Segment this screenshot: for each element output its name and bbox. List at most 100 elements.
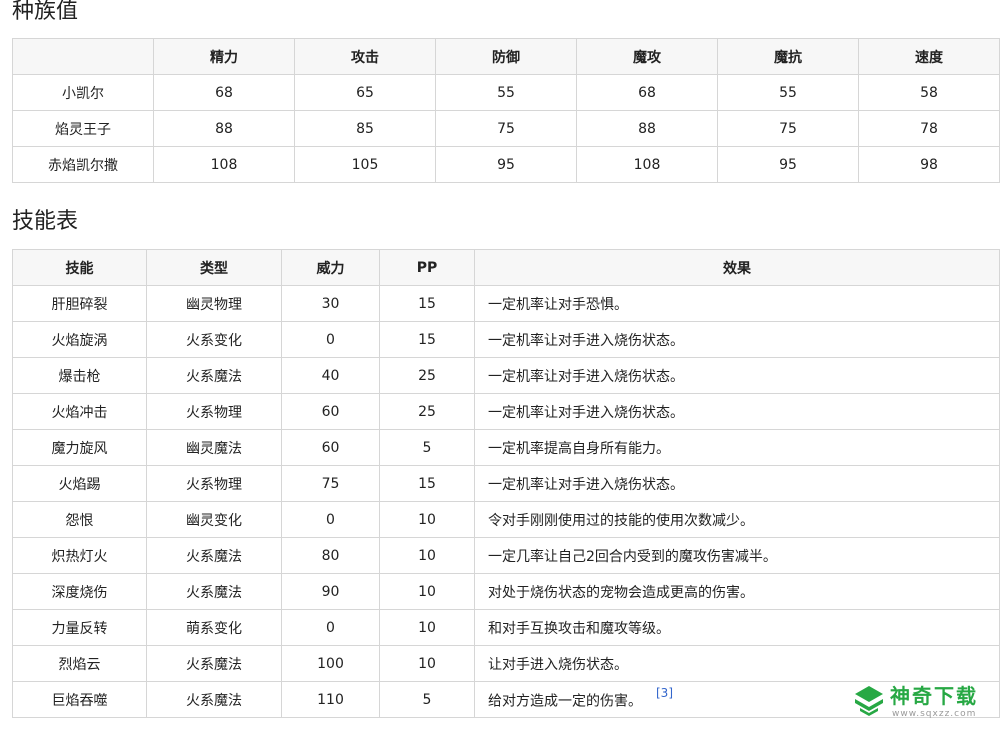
skill-pp: 5 <box>379 429 475 466</box>
stats-cell: 88 <box>576 110 718 147</box>
skill-power: 75 <box>281 465 380 502</box>
stats-cell: 98 <box>858 146 1000 183</box>
skill-type: 幽灵物理 <box>146 285 282 322</box>
skill-pp: 25 <box>379 357 475 394</box>
skill-type: 火系魔法 <box>146 573 282 610</box>
skill-name: 火焰冲击 <box>12 393 147 430</box>
skill-type: 火系魔法 <box>146 645 282 682</box>
skill-power: 30 <box>281 285 380 322</box>
skill-pp: 10 <box>379 609 475 646</box>
stats-cell: 108 <box>153 146 295 183</box>
skill-effect: 对处于烧伤状态的宠物会造成更高的伤害。 <box>474 573 1000 610</box>
watermark-url: www.sqxzz.com <box>892 709 977 719</box>
stats-cell: 95 <box>435 146 577 183</box>
stats-cell: 75 <box>435 110 577 147</box>
skill-type: 萌系变化 <box>146 609 282 646</box>
stats-cell: 85 <box>294 110 436 147</box>
stats-header-cell: 魔抗 <box>717 38 859 75</box>
skill-name: 深度烧伤 <box>12 573 147 610</box>
stats-header-cell: 精力 <box>153 38 295 75</box>
stats-cell: 95 <box>717 146 859 183</box>
skills-header-cell: 威力 <box>281 249 380 286</box>
table-row: 魔力旋风 幽灵魔法 60 5 一定机率提高自身所有能力。 <box>12 429 1000 466</box>
skill-power: 60 <box>281 393 380 430</box>
skill-effect: 让对手进入烧伤状态。 <box>474 645 1000 682</box>
skill-pp: 5 <box>379 681 475 718</box>
table-row: 焰灵王子 88 85 75 88 75 78 <box>12 110 1000 147</box>
skill-effect: 一定机率让对手进入烧伤状态。 <box>474 321 1000 358</box>
skill-name: 炽热灯火 <box>12 537 147 574</box>
skill-name: 烈焰云 <box>12 645 147 682</box>
reference-link[interactable]: [3] <box>656 686 673 700</box>
table-row: 火焰旋涡 火系变化 0 15 一定机率让对手进入烧伤状态。 <box>12 321 1000 358</box>
skills-header-cell: 类型 <box>146 249 282 286</box>
stats-cell: 108 <box>576 146 718 183</box>
stats-cell: 65 <box>294 74 436 111</box>
skill-name: 爆击枪 <box>12 357 147 394</box>
table-row: 火焰冲击 火系物理 60 25 一定机率让对手进入烧伤状态。 <box>12 393 1000 430</box>
skill-pp: 15 <box>379 321 475 358</box>
skill-power: 60 <box>281 429 380 466</box>
skill-name: 肝胆碎裂 <box>12 285 147 322</box>
stats-cell: 55 <box>717 74 859 111</box>
skill-type: 幽灵变化 <box>146 501 282 538</box>
skill-effect: 和对手互换攻击和魔攻等级。 <box>474 609 1000 646</box>
skills-header-cell: 技能 <box>12 249 147 286</box>
stats-cell: 赤焰凯尔撒 <box>12 146 154 183</box>
table-row: 烈焰云 火系魔法 100 10 让对手进入烧伤状态。 <box>12 645 1000 682</box>
skill-type: 火系魔法 <box>146 537 282 574</box>
stats-cell: 68 <box>153 74 295 111</box>
skill-pp: 15 <box>379 285 475 322</box>
skill-effect-text: 给对方造成一定的伤害。 <box>488 693 642 710</box>
stats-header-cell: 攻击 <box>294 38 436 75</box>
skills-table: 技能 类型 威力 PP 效果 肝胆碎裂 幽灵物理 30 15 一定机率让对手恐惧… <box>12 249 1000 718</box>
stats-cell: 58 <box>858 74 1000 111</box>
skill-type: 火系魔法 <box>146 681 282 718</box>
skill-pp: 25 <box>379 393 475 430</box>
stats-cell: 55 <box>435 74 577 111</box>
skill-power: 100 <box>281 645 380 682</box>
skill-effect: 一定机率让对手进入烧伤状态。 <box>474 465 1000 502</box>
skills-section-title: 技能表 <box>12 209 79 234</box>
stats-header-cell: 速度 <box>858 38 1000 75</box>
stats-cell: 88 <box>153 110 295 147</box>
skill-name: 火焰旋涡 <box>12 321 147 358</box>
skill-power: 0 <box>281 609 380 646</box>
skill-pp: 10 <box>379 645 475 682</box>
skill-type: 幽灵魔法 <box>146 429 282 466</box>
skill-name: 魔力旋风 <box>12 429 147 466</box>
skill-type: 火系物理 <box>146 465 282 502</box>
stats-cell: 焰灵王子 <box>12 110 154 147</box>
stats-cell: 68 <box>576 74 718 111</box>
skill-effect: 一定机率提高自身所有能力。 <box>474 429 1000 466</box>
watermark-name: 神奇下载 <box>890 684 978 708</box>
skill-type: 火系魔法 <box>146 357 282 394</box>
skills-header-row: 技能 类型 威力 PP 效果 <box>12 249 1000 286</box>
stats-cell: 78 <box>858 110 1000 147</box>
skill-power: 90 <box>281 573 380 610</box>
skill-effect: 一定机率让对手恐惧。 <box>474 285 1000 322</box>
skill-power: 0 <box>281 501 380 538</box>
table-row: 赤焰凯尔撒 108 105 95 108 95 98 <box>12 146 1000 183</box>
stats-table: 精力 攻击 防御 魔攻 魔抗 速度 小凯尔 68 65 55 68 55 58 … <box>12 38 1000 183</box>
skill-effect: 一定机率让对手进入烧伤状态。 <box>474 393 1000 430</box>
skill-name: 巨焰吞噬 <box>12 681 147 718</box>
table-row: 怨恨 幽灵变化 0 10 令对手刚刚使用过的技能的使用次数减少。 <box>12 501 1000 538</box>
skill-pp: 10 <box>379 573 475 610</box>
table-row: 力量反转 萌系变化 0 10 和对手互换攻击和魔攻等级。 <box>12 609 1000 646</box>
table-row: 深度烧伤 火系魔法 90 10 对处于烧伤状态的宠物会造成更高的伤害。 <box>12 573 1000 610</box>
skill-power: 0 <box>281 321 380 358</box>
stats-header-cell: 防御 <box>435 38 577 75</box>
table-row: 爆击枪 火系魔法 40 25 一定机率让对手进入烧伤状态。 <box>12 357 1000 394</box>
table-row: 肝胆碎裂 幽灵物理 30 15 一定机率让对手恐惧。 <box>12 285 1000 322</box>
skills-header-cell: PP <box>379 249 475 286</box>
skill-effect: 令对手刚刚使用过的技能的使用次数减少。 <box>474 501 1000 538</box>
stats-cell: 105 <box>294 146 436 183</box>
stats-cell: 小凯尔 <box>12 74 154 111</box>
skills-header-cell: 效果 <box>474 249 1000 286</box>
skill-power: 80 <box>281 537 380 574</box>
table-row: 火焰踢 火系物理 75 15 一定机率让对手进入烧伤状态。 <box>12 465 1000 502</box>
stats-cell: 75 <box>717 110 859 147</box>
skill-power: 110 <box>281 681 380 718</box>
leaf-logo-icon <box>855 686 883 716</box>
